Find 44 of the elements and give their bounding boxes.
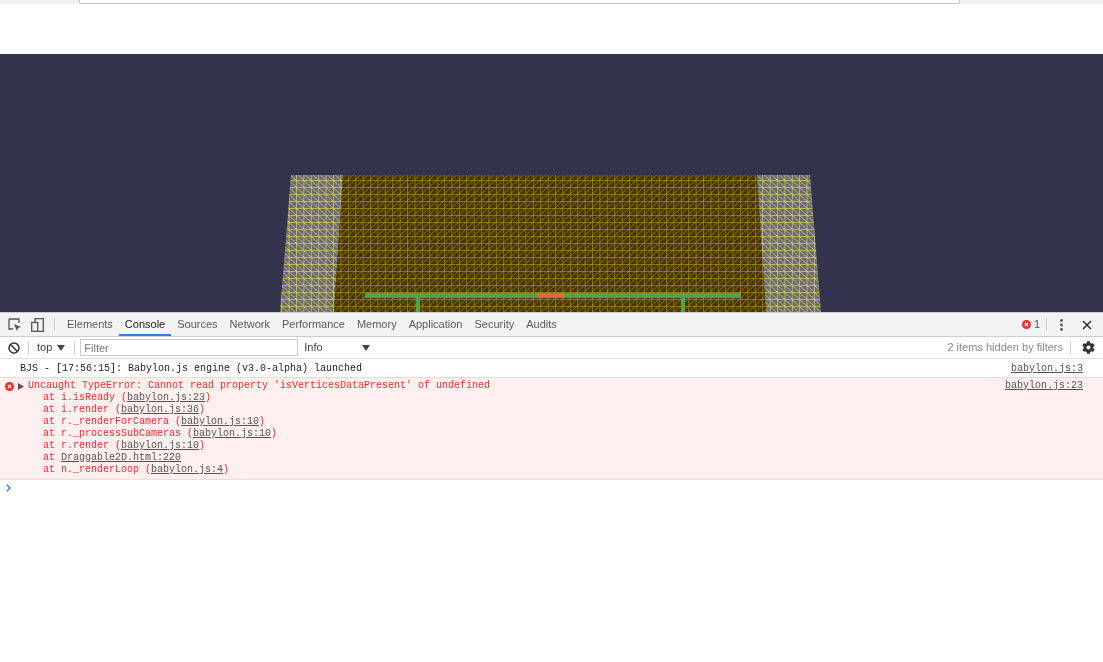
source-link[interactable]: babylon.js:23: [1005, 380, 1083, 392]
source-link[interactable]: babylon.js:3: [1011, 360, 1083, 376]
log-level-selector[interactable]: Info: [304, 339, 371, 356]
hidden-items-note: 2 items hidden by filters: [947, 340, 1063, 356]
close-icon: [1082, 319, 1092, 330]
devtools-tab[interactable]: Elements: [61, 313, 119, 336]
stack-trace-line: at i.isReady (babylon.js:23): [42, 392, 213, 404]
error-icon: [5, 381, 14, 391]
caret-icon: [362, 344, 371, 351]
settings-icon: [1081, 341, 1095, 354]
source-link[interactable]: babylon.js:4: [151, 464, 224, 475]
devtools-tab[interactable]: Performance: [275, 313, 351, 336]
source-link[interactable]: babylon.js:10: [181, 416, 260, 427]
kebab-menu-icon: [1059, 318, 1063, 331]
stack-trace-line: at i.render (babylon.js:36): [42, 404, 207, 416]
context-selector[interactable]: top: [33, 339, 70, 356]
inspect-cursor-icon: [8, 317, 22, 332]
error-text: Uncaught TypeError: Cannot read property 'isVerticesDataPresent' of undefined: [28, 380, 491, 392]
devtools-tab[interactable]: Security: [468, 313, 521, 336]
devtools-tab[interactable]: Memory: [350, 313, 403, 336]
source-link[interactable]: babylon.js:23: [127, 392, 206, 403]
error-counter[interactable]: 1: [1021, 313, 1046, 336]
stack-trace-line: at Draggable2D.html:220: [42, 452, 183, 464]
devtools-tab[interactable]: Sources: [171, 313, 224, 336]
stack-trace-line: at r._renderForCamera (babylon.js:10): [42, 416, 267, 428]
filter-field[interactable]: Filter: [80, 339, 299, 356]
stack-trace-line: at n._renderLoop (babylon.js:4): [42, 464, 231, 476]
devtools-tab[interactable]: Application: [402, 313, 469, 336]
log-text: BJS - [17:56:15]: Babylon.js engine (v3.0-alpha) launched: [20, 361, 363, 376]
stack-trace-line: at r._processSubCameras (babylon.js:10): [42, 428, 279, 440]
devtools-tab[interactable]: Audits: [520, 313, 563, 336]
source-link[interactable]: babylon.js:10: [193, 428, 272, 439]
prompt-chevron-icon[interactable]: [6, 484, 11, 492]
stack-trace-line: at r.render (babylon.js:10): [42, 440, 207, 452]
error-icon: [1021, 320, 1031, 329]
clear-icon: [8, 341, 20, 354]
drag-handle: [537, 293, 564, 298]
source-link[interactable]: Draggable2D.html:220: [61, 452, 182, 463]
source-link[interactable]: babylon.js:10: [121, 440, 200, 451]
collapsed-triangle-icon[interactable]: [18, 382, 24, 390]
device-icon: [30, 317, 44, 332]
source-link[interactable]: babylon.js:36: [121, 404, 200, 415]
caret-icon: [57, 344, 66, 351]
devtools-tab[interactable]: Network: [223, 313, 276, 336]
